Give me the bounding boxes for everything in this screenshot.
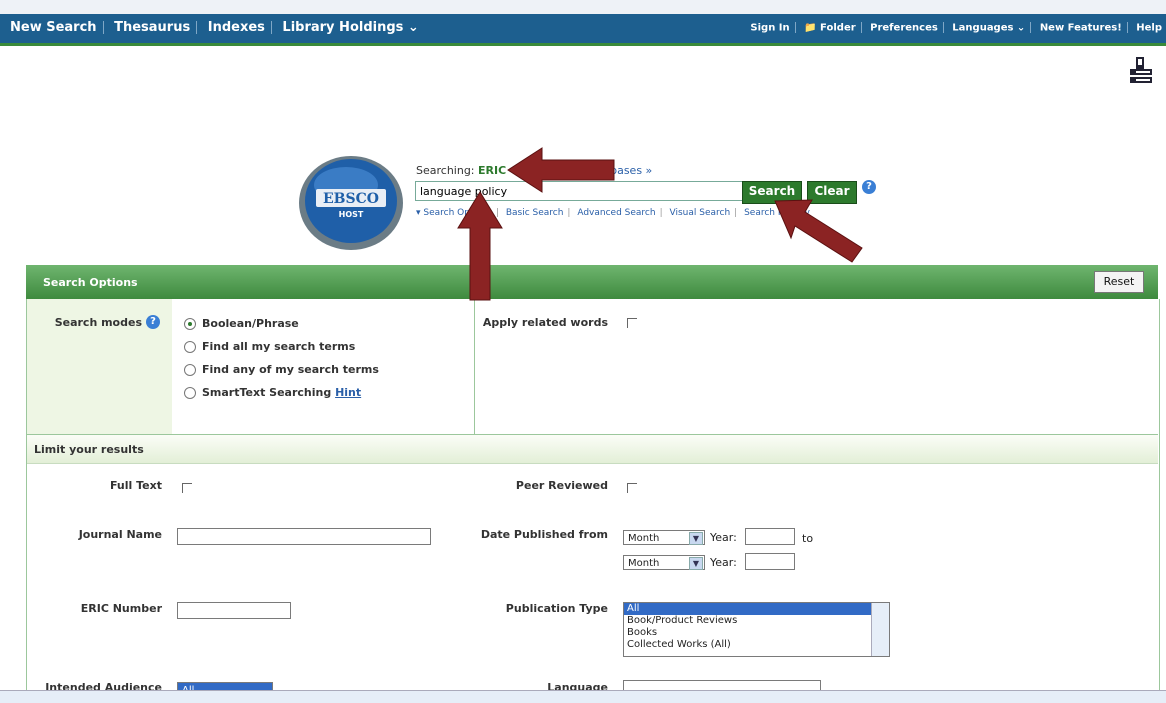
search-modes-help-icon[interactable]: ? xyxy=(146,315,160,329)
year-from-label: Year: xyxy=(710,531,737,544)
month-from-select[interactable]: Month ▼ xyxy=(623,530,705,545)
eric-number-label: ERIC Number xyxy=(80,602,162,615)
apply-related-words-label: Apply related words xyxy=(482,316,608,329)
radio-find-all[interactable] xyxy=(184,341,196,353)
search-options-header: Search Options Reset xyxy=(26,265,1158,299)
ebsco-host-logo: EBSCO HOST xyxy=(299,156,403,250)
search-options-panel xyxy=(26,299,1160,702)
nav-indexes[interactable]: Indexes xyxy=(208,20,265,35)
svg-text:EBSCO: EBSCO xyxy=(323,191,379,207)
horizontal-scrollbar[interactable] xyxy=(0,690,1166,703)
basic-search-link[interactable]: Basic Search xyxy=(506,208,564,218)
library-logo xyxy=(1130,57,1152,83)
pub-type-option[interactable]: Collected Works (All) xyxy=(624,639,889,651)
nav-languages[interactable]: Languages ⌄ xyxy=(952,23,1025,34)
clear-button[interactable]: Clear xyxy=(807,181,857,204)
mode-smarttext: SmartText Searching Hint xyxy=(202,386,362,399)
column-divider xyxy=(474,299,475,434)
chevron-down-icon: ▼ xyxy=(689,557,703,570)
year-to-input[interactable] xyxy=(745,553,795,570)
search-history-link[interactable]: Search History xyxy=(744,208,810,218)
choose-databases-link[interactable]: Choose Databases » xyxy=(528,164,653,177)
radio-smarttext[interactable] xyxy=(184,387,196,399)
nav-help[interactable]: Help xyxy=(1136,23,1162,34)
mode-find-all: Find all my search terms xyxy=(202,340,356,353)
eric-number-input[interactable] xyxy=(177,602,291,619)
peer-reviewed-label: Peer Reviewed xyxy=(515,479,608,492)
advanced-search-link[interactable]: Advanced Search xyxy=(577,208,655,218)
help-icon[interactable]: ? xyxy=(862,180,876,194)
search-options-title: Search Options xyxy=(43,276,138,289)
nav-new-features[interactable]: New Features! xyxy=(1040,23,1122,34)
svg-text:HOST: HOST xyxy=(339,210,364,219)
year-to-label: Year: xyxy=(710,556,737,569)
hint-link[interactable]: Hint xyxy=(335,386,361,399)
pub-type-option[interactable]: Books xyxy=(624,627,889,639)
date-published-label: Date Published from xyxy=(480,528,608,541)
to-label: to xyxy=(802,532,814,545)
top-nav-bar: New Search Thesaurus Indexes Library Hol… xyxy=(0,14,1166,46)
search-options-link[interactable]: ▾ Search Options xyxy=(416,208,492,218)
journal-name-label: Journal Name xyxy=(78,528,162,541)
limit-results-title: Limit your results xyxy=(34,443,144,456)
browser-top-scroll xyxy=(0,0,1166,15)
nav-thesaurus[interactable]: Thesaurus xyxy=(114,20,190,35)
chevron-down-icon: ▼ xyxy=(689,532,703,545)
publication-type-label: Publication Type xyxy=(505,602,608,615)
reset-button[interactable]: Reset xyxy=(1094,271,1144,293)
full-text-checkbox[interactable] xyxy=(182,483,192,493)
nav-new-search[interactable]: New Search xyxy=(10,20,97,35)
search-links: ▾ Search Options | Basic Search | Advanced… xyxy=(416,208,810,218)
mode-boolean-phrase: Boolean/Phrase xyxy=(202,317,299,330)
radio-find-any[interactable] xyxy=(184,364,196,376)
list-scrollbar[interactable] xyxy=(871,603,889,656)
month-to-select[interactable]: Month ▼ xyxy=(623,555,705,570)
searching-label: Searching: ERIC xyxy=(416,164,507,177)
search-button[interactable]: Search xyxy=(742,181,802,204)
nav-folder[interactable]: 📁 Folder xyxy=(804,23,856,34)
nav-preferences[interactable]: Preferences xyxy=(870,23,938,34)
journal-name-input[interactable] xyxy=(177,528,431,545)
limit-results-header: Limit your results xyxy=(27,434,1158,464)
apply-related-words-checkbox[interactable] xyxy=(627,318,637,328)
search-modes-label: Search modes xyxy=(54,316,142,329)
radio-boolean-phrase[interactable] xyxy=(184,318,196,330)
peer-reviewed-checkbox[interactable] xyxy=(627,483,637,493)
pub-type-option[interactable]: Book/Product Reviews xyxy=(624,615,889,627)
mode-find-any: Find any of my search terms xyxy=(202,363,379,376)
year-from-input[interactable] xyxy=(745,528,795,545)
visual-search-link[interactable]: Visual Search xyxy=(670,208,731,218)
pub-type-option[interactable]: All xyxy=(624,603,889,615)
database-name: ERIC xyxy=(478,164,507,177)
nav-sign-in[interactable]: Sign In xyxy=(750,23,789,34)
search-input[interactable] xyxy=(415,181,747,201)
full-text-label: Full Text xyxy=(109,479,162,492)
publication-type-list[interactable]: All Book/Product Reviews Books Collected… xyxy=(623,602,890,657)
nav-library-holdings[interactable]: Library Holdings ⌄ xyxy=(282,20,418,35)
